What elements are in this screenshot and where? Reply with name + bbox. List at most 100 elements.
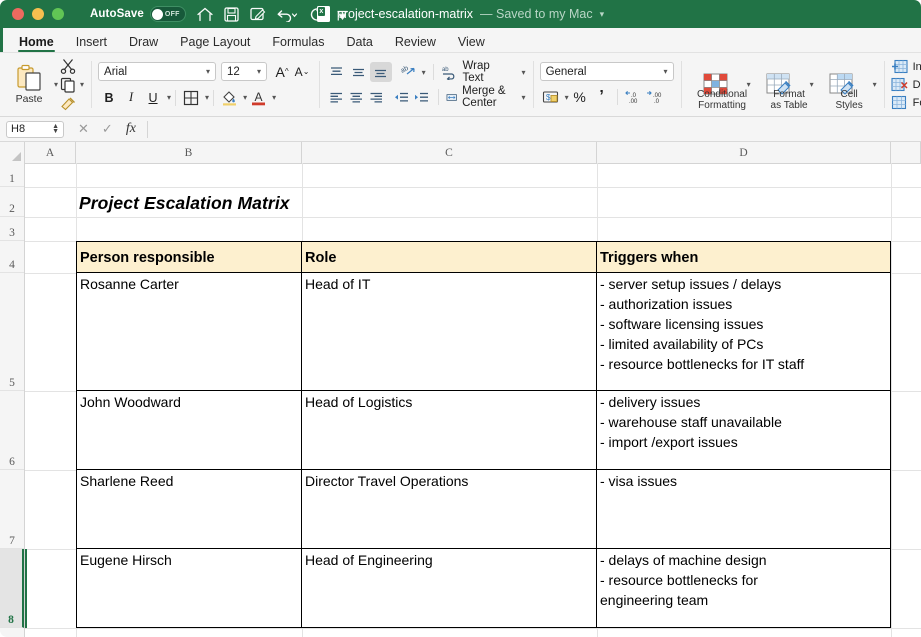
row-header-8[interactable]: 8 xyxy=(0,549,24,628)
cell-b2-title[interactable]: Project Escalation Matrix xyxy=(76,187,476,217)
table-row[interactable]: Sharlene Reed xyxy=(76,469,302,549)
table-row[interactable]: - visa issues xyxy=(596,469,891,549)
formula-input[interactable] xyxy=(146,120,921,138)
orientation-chevron-down-icon[interactable]: ▾ xyxy=(422,68,426,77)
decrease-font-size-button[interactable]: A ⌄ xyxy=(292,62,312,82)
tab-page-layout[interactable]: Page Layout xyxy=(169,35,261,52)
row-header-1[interactable]: 1 xyxy=(0,163,24,187)
insert-function-icon[interactable]: fx xyxy=(126,121,136,137)
row-header-6[interactable]: 6 xyxy=(0,391,24,470)
undo-icon[interactable] xyxy=(277,7,298,22)
copy-chevron-down-icon[interactable]: ▾ xyxy=(80,80,84,89)
row-header-5[interactable]: 5 xyxy=(0,273,24,391)
fill-color-icon[interactable] xyxy=(218,88,240,108)
tab-data[interactable]: Data xyxy=(335,35,383,52)
maximize-window-button[interactable] xyxy=(52,8,64,20)
tab-draw[interactable]: Draw xyxy=(118,35,169,52)
paste-button[interactable]: Paste xyxy=(7,64,51,105)
table-header-role[interactable]: Role xyxy=(301,241,597,273)
increase-indent-icon[interactable] xyxy=(411,87,431,107)
insert-cells-button[interactable]: Inser xyxy=(891,59,921,74)
close-window-button[interactable] xyxy=(12,8,24,20)
table-header-triggers[interactable]: Triggers when xyxy=(596,241,891,273)
new-comment-icon[interactable] xyxy=(250,7,266,22)
row-header-2[interactable]: 2 xyxy=(0,187,24,217)
format-cells-button[interactable]: Form xyxy=(891,95,921,110)
percent-style-button[interactable]: % xyxy=(569,87,591,107)
merge-center-button[interactable]: Merge & Center ▾ xyxy=(446,85,526,109)
table-row[interactable]: Head of Logistics xyxy=(301,390,597,470)
increase-decimal-icon[interactable]: .0.00 xyxy=(622,87,644,107)
column-header-b[interactable]: B xyxy=(76,142,302,163)
name-box[interactable]: H8 ▲ ▼ xyxy=(6,120,64,138)
align-left-icon[interactable] xyxy=(326,87,346,107)
table-row[interactable]: - server setup issues / delays - authori… xyxy=(596,272,891,391)
table-row[interactable]: John Woodward xyxy=(76,390,302,470)
confirm-icon[interactable]: ✓ xyxy=(102,121,113,137)
format-painter-button[interactable] xyxy=(60,95,84,112)
accounting-format-icon[interactable]: $ xyxy=(540,87,562,107)
delete-cells-button[interactable]: Dele xyxy=(891,77,921,92)
decrease-indent-icon[interactable] xyxy=(391,87,411,107)
table-row[interactable]: Eugene Hirsch xyxy=(76,548,302,628)
wrap-text-button[interactable]: ab Wrap Text ▾ xyxy=(441,60,526,84)
cell-styles-button[interactable] xyxy=(814,72,870,97)
align-top-icon[interactable] xyxy=(326,62,348,82)
autosave-toggle[interactable]: OFF xyxy=(149,6,186,22)
underline-chevron-down-icon[interactable]: ▾ xyxy=(167,93,171,102)
borders-chevron-down-icon[interactable]: ▾ xyxy=(205,93,209,102)
save-icon[interactable] xyxy=(224,6,239,22)
table-row[interactable]: Director Travel Operations xyxy=(301,469,597,549)
align-middle-icon[interactable] xyxy=(348,62,370,82)
format-as-table-button[interactable] xyxy=(751,72,807,97)
column-header-e[interactable] xyxy=(891,142,921,163)
table-row[interactable]: Head of Engineering xyxy=(301,548,597,628)
minimize-window-button[interactable] xyxy=(32,8,44,20)
font-size-select[interactable]: 12 ▾ xyxy=(221,62,268,81)
cancel-icon[interactable]: ✕ xyxy=(78,121,89,137)
table-row[interactable]: - delivery issues - warehouse staff unav… xyxy=(596,390,891,470)
select-all-button[interactable] xyxy=(0,142,25,163)
cell-styles-chevron-down-icon[interactable]: ▾ xyxy=(873,80,877,89)
font-color-icon[interactable]: A xyxy=(247,88,269,108)
orientation-icon[interactable]: ab xyxy=(397,62,419,82)
font-family-select[interactable]: Arial ▾ xyxy=(98,62,217,81)
tab-home[interactable]: Home xyxy=(8,35,65,52)
borders-icon[interactable] xyxy=(180,88,202,108)
column-header-d[interactable]: D xyxy=(597,142,891,163)
tab-formulas[interactable]: Formulas xyxy=(261,35,335,52)
wrap-text-chevron-down-icon[interactable]: ▾ xyxy=(522,68,526,77)
table-header-person[interactable]: Person responsible xyxy=(76,241,302,273)
table-row[interactable]: Head of IT xyxy=(301,272,597,391)
align-right-icon[interactable] xyxy=(366,87,386,107)
chevron-down-icon[interactable]: ▾ xyxy=(600,9,605,20)
font-color-chevron-down-icon[interactable]: ▾ xyxy=(272,93,276,102)
tab-insert[interactable]: Insert xyxy=(65,35,118,52)
file-name[interactable]: project-escalation-matrix xyxy=(337,7,473,21)
merge-chevron-down-icon[interactable]: ▾ xyxy=(522,93,526,102)
paste-chevron-down-icon[interactable]: ▾ xyxy=(54,80,58,89)
comma-style-button[interactable]: ’ xyxy=(591,87,613,107)
increase-font-size-button[interactable]: A ^ xyxy=(272,62,292,82)
cut-button[interactable] xyxy=(60,57,84,74)
row-header-3[interactable]: 3 xyxy=(0,217,24,241)
home-icon[interactable] xyxy=(197,7,213,22)
italic-button[interactable]: I xyxy=(120,88,142,108)
tab-view[interactable]: View xyxy=(447,35,496,52)
row-header-9[interactable]: 9 xyxy=(0,628,24,637)
row-header-7[interactable]: 7 xyxy=(0,470,24,549)
number-format-select[interactable]: General ▾ xyxy=(539,62,674,81)
name-box-spinner[interactable]: ▲ ▼ xyxy=(52,123,59,135)
decrease-decimal-icon[interactable]: .00.0 xyxy=(644,87,666,107)
row-header-4[interactable]: 4 xyxy=(0,241,24,273)
align-center-icon[interactable] xyxy=(346,87,366,107)
column-header-c[interactable]: C xyxy=(302,142,597,163)
bold-button[interactable]: B xyxy=(98,88,120,108)
autosave-control[interactable]: AutoSave OFF xyxy=(90,6,186,22)
table-row[interactable]: Rosanne Carter xyxy=(76,272,302,391)
tab-review[interactable]: Review xyxy=(384,35,447,52)
underline-button[interactable]: U xyxy=(142,88,164,108)
table-row[interactable]: - delays of machine design - resource bo… xyxy=(596,548,891,628)
copy-button[interactable]: ▾ xyxy=(60,76,84,93)
conditional-formatting-button[interactable] xyxy=(688,72,744,97)
